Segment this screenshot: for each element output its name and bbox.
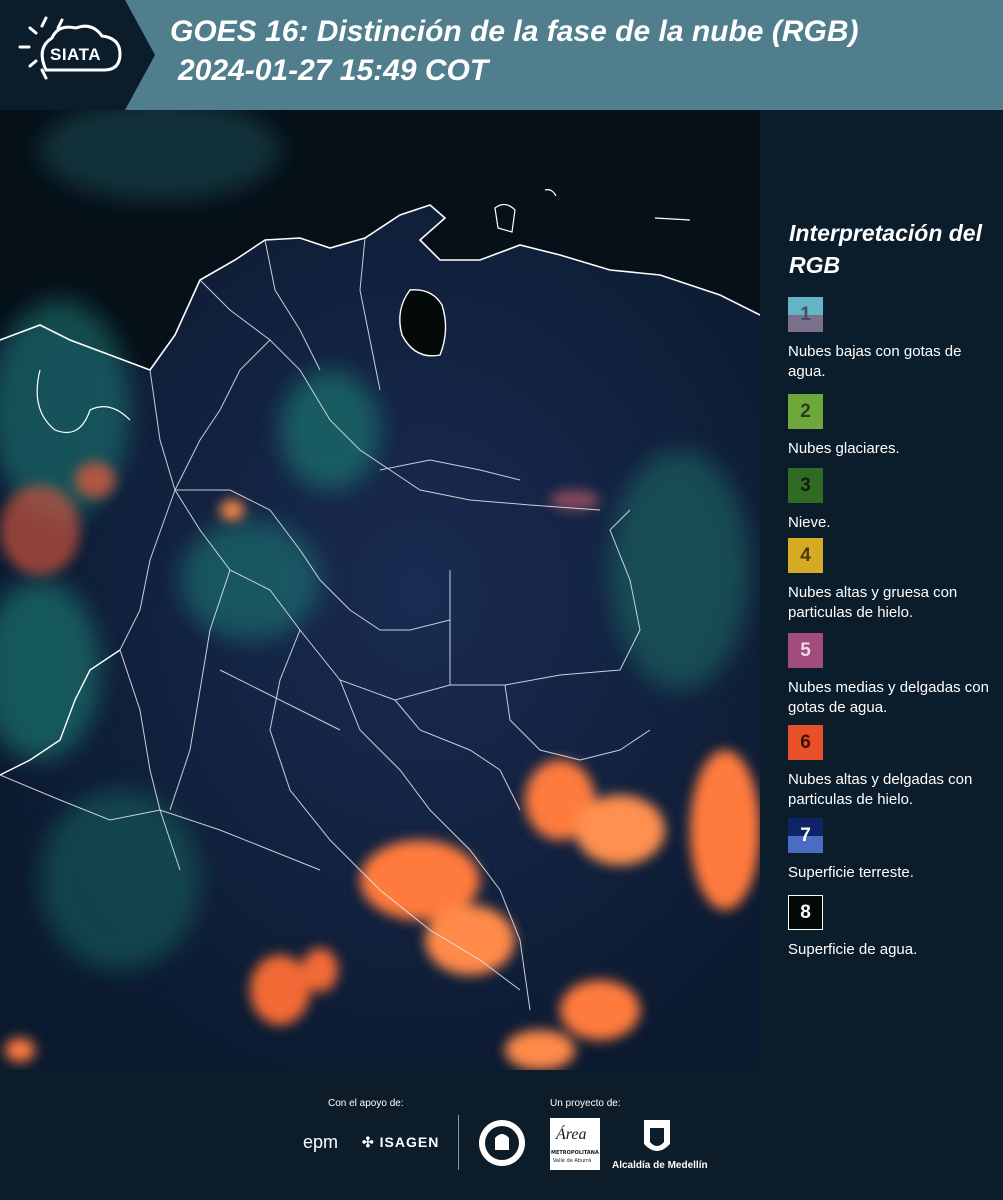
- legend-label-5: Nubes medias y delgadas con gotas de agu…: [788, 679, 989, 716]
- alcaldia-label: Alcaldía de Medellín: [612, 1160, 708, 1171]
- page-timestamp: 2024-01-27 15:49 COT: [178, 54, 489, 87]
- isagen-icon: ✣: [362, 1134, 375, 1150]
- area-subcaption: Valle de Aburrá: [553, 1158, 592, 1164]
- epm-logo: epm: [303, 1132, 339, 1152]
- legend-item-1: 1 Nubes bajas con gotas de agua.: [788, 297, 998, 382]
- area-caption: METROPOLITANA: [551, 1150, 599, 1156]
- legend-label-1: Nubes bajas con gotas de agua.: [788, 343, 962, 380]
- legend-item-7: 7 Superficie terreste.: [788, 818, 998, 883]
- legend-label-2: Nubes glaciares.: [788, 440, 900, 457]
- legend-label-6: Nubes altas y delgadas con particulas de…: [788, 771, 973, 808]
- logo-text: SIATA: [50, 45, 101, 64]
- legend-swatch-2: 2: [788, 394, 823, 429]
- area-metropolitana-logo: Área METROPOLITANA Valle de Aburrá: [550, 1118, 600, 1170]
- support-label: Con el apoyo de:: [328, 1098, 404, 1109]
- legend-swatch-7: 7: [788, 818, 823, 853]
- alcaldia-shield-icon: [644, 1120, 670, 1151]
- legend-label-4: Nubes altas y gruesa con particulas de h…: [788, 584, 958, 621]
- legend-item-4: 4 Nubes altas y gruesa con particulas de…: [788, 538, 998, 623]
- legend-swatch-8: 8: [788, 895, 823, 930]
- map-image: [0, 110, 760, 1070]
- legend-swatch-5: 5: [788, 633, 823, 668]
- university-seal-icon: [479, 1120, 525, 1166]
- legend-swatch-1: 1: [788, 297, 823, 332]
- legend-item-2: 2 Nubes glaciares.: [788, 394, 998, 459]
- header-bar: SIATA GOES 16: Distinción de la fase de …: [0, 0, 1003, 110]
- legend-number-1: 1: [800, 303, 811, 325]
- legend-item-3: 3 Nieve.: [788, 468, 998, 533]
- legend-item-5: 5 Nubes medias y delgadas con gotas de a…: [788, 633, 998, 718]
- project-label: Un proyecto de:: [550, 1098, 621, 1109]
- footer-divider: [458, 1115, 459, 1170]
- footer: Con el apoyo de: Un proyecto de: epm ✣ I…: [0, 1070, 1003, 1200]
- isagen-logo: ✣ ISAGEN: [362, 1134, 439, 1151]
- legend-item-6: 6 Nubes altas y delgadas con particulas …: [788, 725, 998, 810]
- isagen-text: ISAGEN: [379, 1134, 440, 1150]
- page-title: GOES 16: Distinción de la fase de la nub…: [170, 15, 859, 48]
- legend-label-7: Superficie terreste.: [788, 864, 914, 881]
- legend-label-8: Superficie de agua.: [788, 941, 918, 958]
- area-logo-text: Área: [556, 1126, 587, 1143]
- legend-item-8: 8 Superficie de agua.: [788, 895, 998, 960]
- legend-swatch-6: 6: [788, 725, 823, 760]
- satellite-map: [0, 110, 760, 1070]
- legend-label-3: Nieve.: [788, 514, 831, 531]
- legend-title: Interpretación del RGB: [789, 220, 982, 278]
- legend-panel: Interpretación del RGB 1 Nubes bajas con…: [760, 110, 1003, 1070]
- siata-logo: SIATA: [0, 0, 155, 110]
- legend-swatch-4: 4: [788, 538, 823, 573]
- legend-swatch-3: 3: [788, 468, 823, 503]
- legend-number-7: 7: [800, 824, 811, 846]
